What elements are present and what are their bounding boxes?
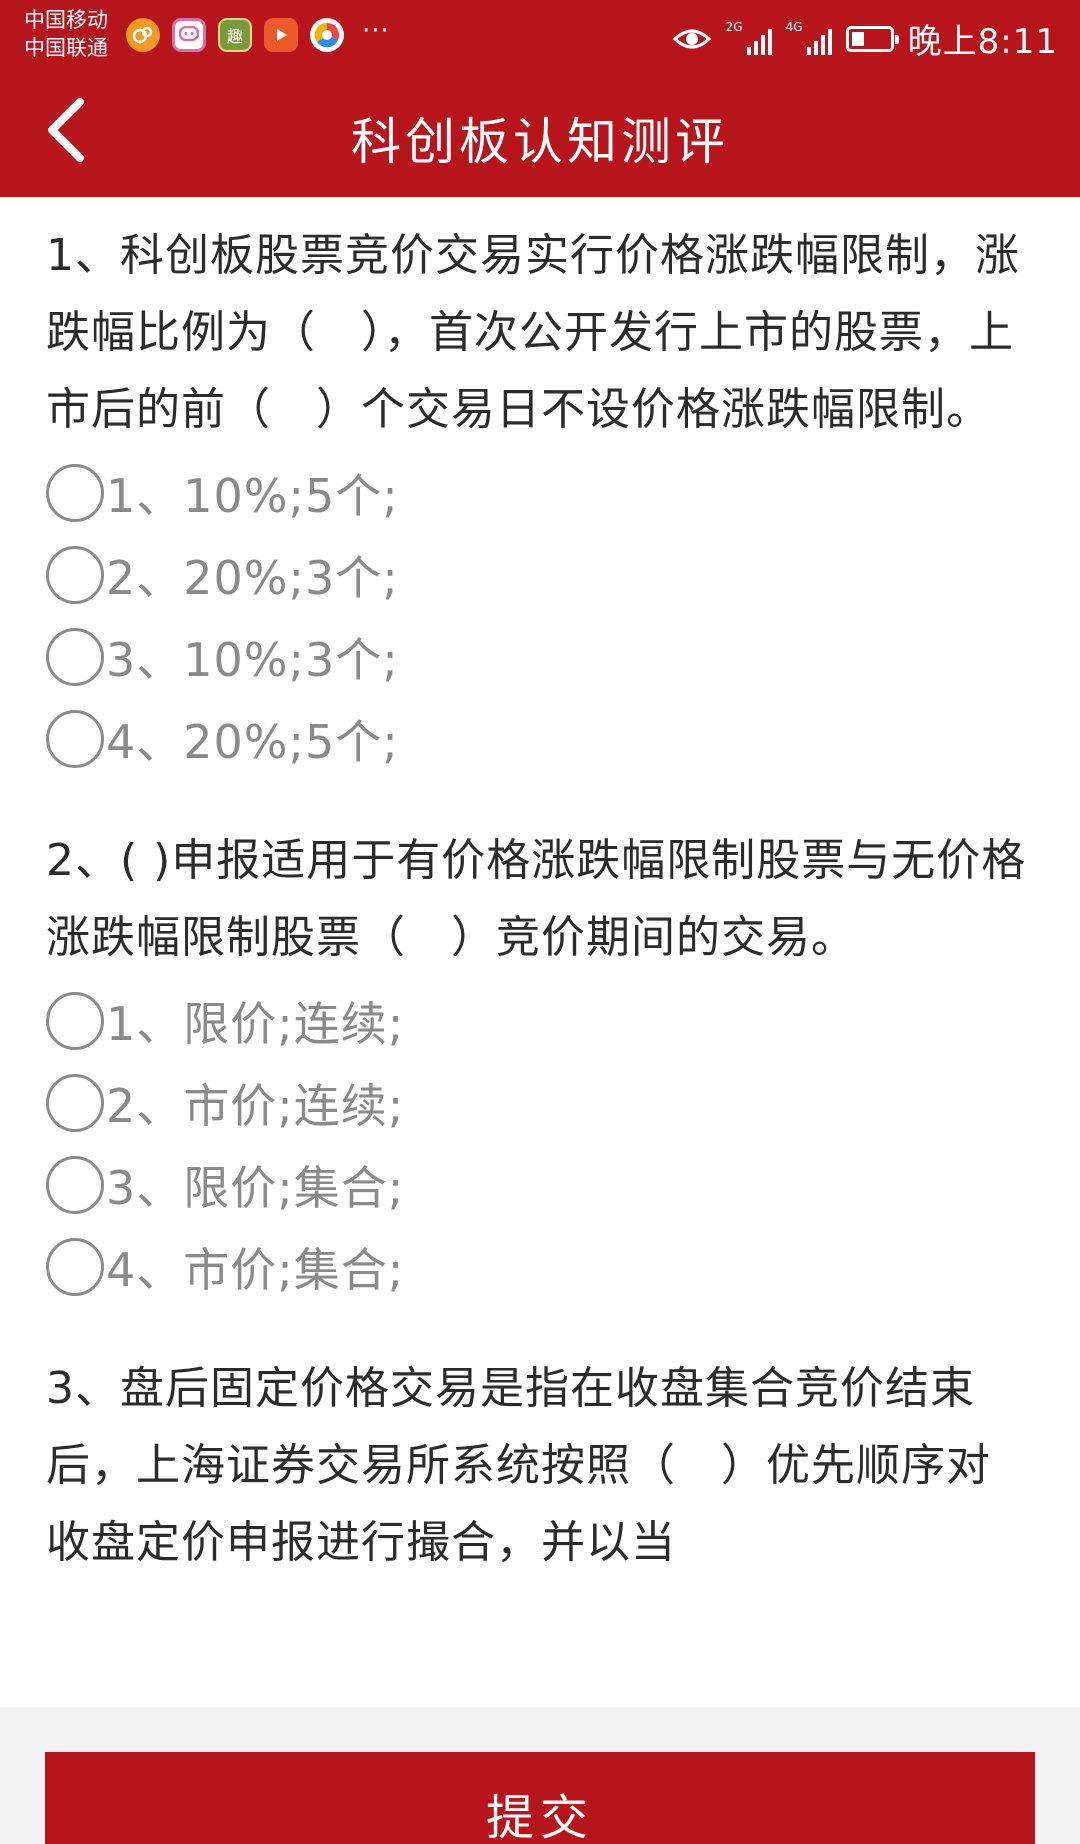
carrier-2: 中国联通	[24, 36, 108, 60]
radio-button[interactable]	[46, 546, 104, 604]
signal-sim2-icon: 4G	[786, 21, 832, 57]
screen: 中国移动 中国联通 趣 ··· 2G 4G 晚上8:11 科创板认知测评 1、科…	[0, 0, 1080, 1844]
option-label: 1、限价;连续;	[106, 997, 405, 1051]
signal-sim1-icon: 2G	[726, 21, 772, 57]
eye-comfort-icon	[672, 29, 711, 48]
chat-bubble-icon	[172, 18, 206, 52]
carrier-info: 中国移动 中国联通	[24, 6, 108, 62]
question-3: 3、盘后固定价格交易是指在收盘集合竞价结束后，上海证券交易所系统按照（ ）优先顺…	[0, 1330, 1080, 1581]
status-bar: 中国移动 中国联通 趣 ··· 2G 4G 晚上8:11	[0, 0, 1080, 72]
option-item[interactable]: 3、限价;集合;	[46, 1144, 1034, 1226]
question-list[interactable]: 1、科创板股票竞价交易实行价格涨跌幅限制，涨跌幅比例为（ ），首次公开发行上市的…	[0, 197, 1080, 1707]
question-text: 1、科创板股票竞价交易实行价格涨跌幅限制，涨跌幅比例为（ ），首次公开发行上市的…	[46, 230, 1020, 435]
option-label: 2、20%;3个;	[106, 551, 399, 605]
bottom-bar: 提交	[0, 1707, 1080, 1844]
question-2: 2、( )申报适用于有价格涨跌幅限制股票与无价格涨跌幅限制股票（ ）竞价期间的交…	[0, 802, 1080, 1308]
radio-button[interactable]	[46, 992, 104, 1050]
option-item[interactable]: 1、10%;5个;	[46, 452, 1034, 534]
radio-button[interactable]	[46, 710, 104, 768]
more-notifications-icon: ···	[362, 16, 390, 46]
sim1-network-tag: 2G	[725, 19, 743, 34]
option-item[interactable]: 4、20%;5个;	[46, 698, 1034, 780]
option-label: 4、市价;集合;	[106, 1243, 405, 1297]
radio-button[interactable]	[46, 1074, 104, 1132]
radio-button[interactable]	[46, 464, 104, 522]
option-item[interactable]: 1、限价;连续;	[46, 980, 1034, 1062]
option-label: 2、市价;连续;	[106, 1079, 405, 1133]
option-item[interactable]: 4、市价;集合;	[46, 1226, 1034, 1308]
question-1: 1、科创板股票竞价交易实行价格涨跌幅限制，涨跌幅比例为（ ），首次公开发行上市的…	[0, 197, 1080, 780]
option-item[interactable]: 2、20%;3个;	[46, 534, 1034, 616]
question-text: 3、盘后固定价格交易是指在收盘集合竞价结束后，上海证券交易所系统按照（ ）优先顺…	[46, 1363, 991, 1568]
option-label: 1、10%;5个;	[106, 469, 399, 523]
qu-app-icon: 趣	[218, 18, 252, 52]
clock: 晚上8:11	[907, 22, 1058, 62]
weibo-like-icon	[126, 18, 160, 52]
top-bar: 中国移动 中国联通 趣 ··· 2G 4G 晚上8:11 科创板认知测评	[0, 0, 1080, 197]
option-group: 1、限价;连续; 2、市价;连续; 3、限价;集合; 4、市价;集合;	[46, 980, 1034, 1308]
notification-icons: 趣 ···	[126, 16, 390, 52]
option-item[interactable]: 2、市价;连续;	[46, 1062, 1034, 1144]
question-text: 2、( )申报适用于有价格涨跌幅限制股票与无价格涨跌幅限制股票（ ）竞价期间的交…	[46, 835, 1027, 963]
video-play-icon	[264, 18, 298, 52]
option-label: 4、20%;5个;	[106, 715, 399, 769]
option-item[interactable]: 3、10%;3个;	[46, 616, 1034, 698]
page-title: 科创板认知测评	[351, 113, 729, 171]
carrier-1: 中国移动	[24, 8, 108, 32]
option-label: 3、10%;3个;	[106, 633, 399, 687]
browser-icon	[310, 18, 344, 52]
option-group: 1、10%;5个; 2、20%;3个; 3、10%;3个; 4、20%;5个;	[46, 452, 1034, 780]
system-status: 2G 4G 晚上8:11	[672, 14, 1058, 63]
radio-button[interactable]	[46, 1156, 104, 1214]
option-label: 3、限价;集合;	[106, 1161, 405, 1215]
app-header: 科创板认知测评	[0, 72, 1080, 197]
sim2-network-tag: 4G	[785, 19, 803, 34]
battery-icon	[845, 25, 899, 52]
radio-button[interactable]	[46, 628, 104, 686]
radio-button[interactable]	[46, 1238, 104, 1296]
submit-button[interactable]: 提交	[45, 1752, 1035, 1844]
